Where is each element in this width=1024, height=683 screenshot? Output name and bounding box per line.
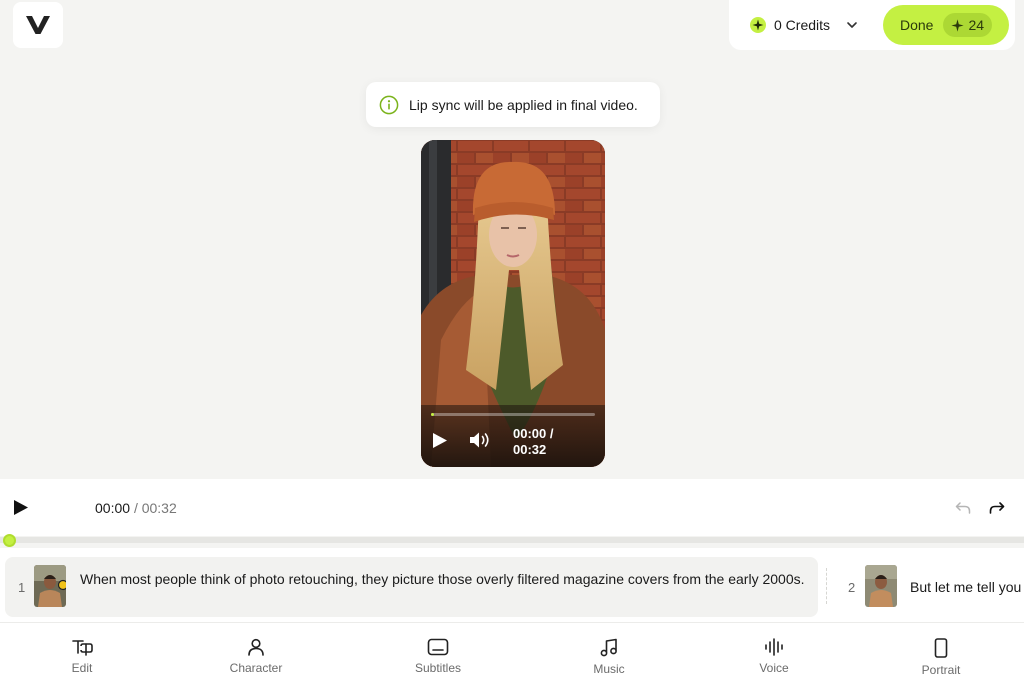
info-icon [379, 95, 399, 114]
video-duration: 00:32 [513, 442, 547, 457]
timeline-current-time: 00:00 [95, 500, 131, 516]
video-current-time: 00:00 / [513, 426, 554, 441]
nav-portrait-label: Portrait [921, 663, 961, 677]
music-note-icon [600, 638, 617, 657]
edit-icon [72, 640, 93, 656]
sparkle-icon [951, 18, 965, 32]
nav-voice-label: Voice [759, 661, 789, 675]
lip-sync-notice: Lip sync will be applied in final video. [366, 82, 660, 127]
video-play-icon[interactable] [432, 432, 448, 449]
video-progress-fill [431, 413, 435, 416]
scene-thumbnail [865, 565, 897, 607]
bottom-toolbar: Edit Character Subtitles Music Voice Por… [0, 622, 1024, 683]
nav-edit-label: Edit [71, 661, 93, 675]
logo-v-icon [26, 16, 50, 34]
done-label: Done [900, 17, 934, 33]
nav-portrait[interactable]: Portrait [912, 638, 970, 677]
scene-script-text: When most people think of photo retouchi… [80, 571, 805, 587]
video-controls: 00:00 / 00:32 [421, 405, 605, 467]
nav-music[interactable]: Music [584, 638, 634, 676]
credits-label: 0 Credits [774, 17, 831, 33]
scene-thumbnail-image [34, 565, 66, 607]
undo-icon[interactable] [955, 501, 971, 515]
volume-icon[interactable] [469, 430, 493, 450]
timeline-scrubber-track[interactable] [0, 537, 1024, 543]
credits-dropdown[interactable]: 0 Credits [750, 14, 858, 36]
done-cost-badge: 24 [943, 13, 993, 37]
app-logo[interactable] [13, 2, 63, 48]
done-button[interactable]: Done 24 [883, 5, 1009, 45]
scene-strip: 1 When most people think of photo retouc… [0, 548, 1024, 622]
subtitles-icon [427, 638, 449, 656]
nav-music-label: Music [593, 662, 625, 676]
timeline-playhead[interactable] [3, 534, 16, 547]
scene-card-1[interactable] [5, 557, 818, 617]
video-preview[interactable]: 00:00 / 00:32 [421, 140, 605, 467]
nav-edit[interactable]: Edit [62, 638, 102, 675]
nav-subtitles[interactable]: Subtitles [405, 638, 471, 675]
person-icon [248, 638, 264, 656]
scene-number: 2 [848, 580, 856, 595]
nav-character-label: Character [229, 661, 283, 675]
timeline-separator: / [133, 500, 138, 516]
video-time: 00:00 / 00:32 [513, 426, 583, 458]
notice-text: Lip sync will be applied in final video. [409, 96, 638, 113]
nav-subtitles-label: Subtitles [414, 661, 462, 675]
scene-script-text: But let me tell you [910, 579, 1022, 595]
timeline-bar: 00:00 / 00:32 [0, 479, 1024, 536]
play-icon[interactable] [13, 499, 29, 516]
timeline-duration: 00:32 [141, 500, 177, 516]
timeline-time: 00:00 / 00:32 [95, 500, 177, 516]
scene-number: 1 [18, 580, 26, 595]
scene-thumbnail [34, 565, 66, 607]
scene-divider [826, 568, 827, 604]
redo-icon[interactable] [989, 501, 1005, 515]
video-progress-bar[interactable] [431, 413, 595, 416]
scene-thumbnail-image [865, 565, 897, 607]
phone-portrait-icon [934, 638, 948, 658]
done-badge-value: 24 [968, 17, 985, 33]
chevron-down-icon [847, 22, 857, 28]
nav-character[interactable]: Character [221, 638, 291, 675]
credits-sparkle-icon [750, 17, 766, 33]
waveform-icon [765, 638, 783, 656]
nav-voice[interactable]: Voice [749, 638, 799, 675]
